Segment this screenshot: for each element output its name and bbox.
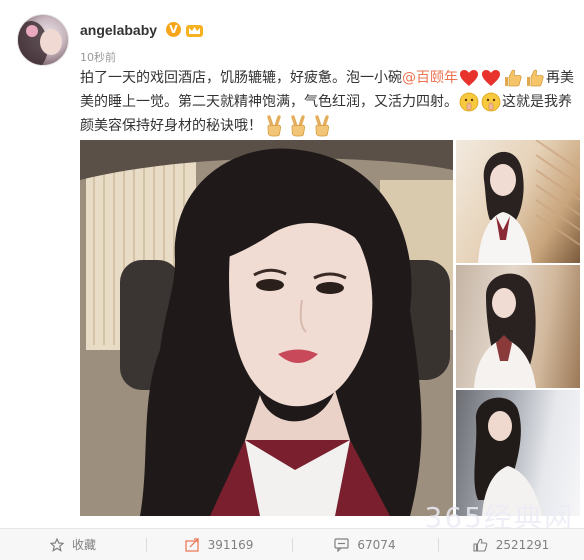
avatar[interactable] bbox=[17, 14, 69, 66]
heart-icon bbox=[482, 70, 500, 86]
post-text-line-1: 拍了一天的戏回酒店，饥肠辘辘，好疲惫。泡一小碗 @百颐年 再美 bbox=[80, 66, 576, 90]
like-button[interactable]: 2521291 bbox=[438, 529, 584, 560]
favorite-button[interactable]: 收藏 bbox=[0, 529, 146, 560]
comment-button[interactable]: 67074 bbox=[292, 529, 438, 560]
thumbnail-photo-1[interactable] bbox=[456, 140, 580, 263]
username[interactable]: angelababy bbox=[80, 22, 157, 38]
thumbnail-photo-2[interactable] bbox=[456, 265, 580, 388]
thumbs-up-icon bbox=[473, 538, 488, 552]
post-text: 拍了一天的戏回酒店，饥肠辘辘，好疲惫。泡一小碗 @百颐年 再美 美的睡上一觉。第… bbox=[80, 66, 576, 138]
action-bar: 收藏 391169 67074 2521291 bbox=[0, 528, 584, 560]
text-segment: 颜美容保持好身材的秘诀哦！ bbox=[80, 118, 262, 134]
comment-count: 67074 bbox=[357, 537, 396, 552]
text-segment: 美的睡上一觉。第二天就精神饱满，气色红润，又活力四射。 bbox=[80, 94, 458, 110]
thumbs-up-icon bbox=[505, 69, 522, 87]
hush-face-icon bbox=[481, 92, 501, 112]
thumbnail-illustration bbox=[474, 273, 536, 388]
victory-hand-icon bbox=[291, 115, 305, 137]
comment-icon bbox=[334, 537, 350, 552]
verified-badge-icon: V bbox=[166, 22, 181, 37]
thumbs-up-icon bbox=[527, 69, 544, 87]
text-segment: 拍了一天的戏回酒店，饥肠辘辘，好疲惫。泡一小碗 bbox=[80, 70, 402, 86]
repost-icon bbox=[184, 537, 199, 552]
victory-hand-icon bbox=[315, 115, 329, 137]
repost-button[interactable]: 391169 bbox=[146, 529, 292, 560]
post-time[interactable]: 10秒前 bbox=[80, 49, 116, 65]
crown-icon bbox=[186, 25, 203, 37]
victory-hand-icon bbox=[267, 115, 281, 137]
heart-icon bbox=[460, 70, 478, 86]
post-text-line-2: 美的睡上一觉。第二天就精神饱满，气色红润，又活力四射。 这就是我养 bbox=[80, 90, 576, 114]
star-icon bbox=[49, 537, 64, 552]
favorite-label: 收藏 bbox=[71, 538, 96, 552]
post-text-line-3: 颜美容保持好身材的秘诀哦！ bbox=[80, 114, 576, 138]
hush-face-icon bbox=[459, 92, 479, 112]
mention-link[interactable]: @百颐年 bbox=[402, 66, 458, 90]
text-segment: 这就是我养 bbox=[502, 94, 572, 110]
selfie-illustration bbox=[80, 140, 453, 516]
text-segment: 再美 bbox=[546, 70, 574, 86]
weibo-post: angelababy V 10秒前 拍了一天的戏回酒店，饥肠辘辘，好疲惫。泡一小… bbox=[0, 0, 584, 534]
like-count: 2521291 bbox=[495, 537, 550, 552]
thumbnail-illustration bbox=[478, 140, 580, 263]
repost-count: 391169 bbox=[207, 537, 254, 552]
main-selfie-photo[interactable] bbox=[80, 140, 453, 516]
